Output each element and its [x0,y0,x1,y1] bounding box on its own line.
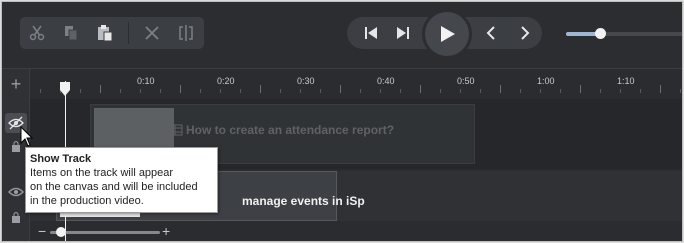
ruler-label: 0:10 [137,76,155,86]
paste-icon [98,25,113,42]
toolbar-divider [128,22,129,44]
ruler-tick [600,89,601,93]
ruler-tick [320,89,321,93]
ruler-label: 0:50 [457,76,475,86]
step-forward-button[interactable] [387,17,419,49]
play-button[interactable] [422,9,472,59]
ruler-tick [140,89,141,93]
skip-to-start-icon [365,27,377,39]
ruler-tick [480,89,481,93]
split-icon [179,25,193,41]
zoom-slider-handle[interactable] [56,227,66,237]
ruler-tick [660,85,661,93]
lock-icon[interactable] [10,211,22,223]
tooltip-line: Items on the track will appear [30,167,174,179]
ruler-tick [240,89,241,93]
ruler-tick [220,89,221,93]
delete-button[interactable] [135,17,169,49]
ruler-tick [180,85,181,93]
ruler-tick [560,89,561,93]
ruler-tick [40,89,41,93]
ruler-tick [80,89,81,93]
timeline-zoom-control: − + [30,221,180,241]
next-marker-button[interactable] [508,17,540,49]
film-icon [171,124,183,136]
editor-window: + 0:10 0:20 0:30 0:40 0:50 1:00 1:10 How… [1,1,683,242]
play-icon [441,26,455,42]
zoom-in-button[interactable]: + [162,223,170,239]
toolbar [2,2,682,68]
next-marker-icon [521,26,530,40]
ruler-tick [420,85,421,93]
tooltip-line: in the production video. [30,195,144,207]
ruler-tick [100,85,101,93]
ruler-tick [260,85,261,93]
track2-clip-title: manage events in iSp [242,194,365,208]
scissors-icon [29,25,45,41]
ruler-tick [160,89,161,93]
ruler-label: 0:40 [377,76,395,86]
ruler-tick [300,89,301,93]
ruler-label: 0:30 [297,76,315,86]
add-track-button[interactable]: + [8,75,24,93]
track1-clip-title: How to create an attendance report? [186,123,395,137]
ruler-label: 0:20 [217,76,235,86]
ruler-tick [520,89,521,93]
copy-icon [65,26,78,41]
eye-icon[interactable] [8,185,24,199]
mouse-cursor-icon [20,126,34,147]
step-forward-icon [397,27,409,39]
ruler-label: 1:00 [537,76,555,86]
edit-button-group [20,17,204,49]
ruler-tick [440,89,441,93]
time-ruler[interactable]: 0:100:200:300:400:501:001:101:20 [30,69,682,93]
skip-to-start-button[interactable] [355,17,387,49]
ruler-tick [640,89,641,93]
tooltip-title: Show Track [30,153,92,165]
ruler-tick [360,89,361,93]
previous-marker-icon [486,26,495,40]
ruler-tick [580,85,581,93]
show-track-tooltip: Show Track Items on the track will appea… [25,147,218,213]
ruler-tick [340,85,341,93]
tooltip-line: on the canvas and will be included [30,181,198,193]
split-button[interactable] [169,17,203,49]
ruler-tick [500,85,501,93]
ruler-tick [460,89,461,93]
ruler-tick [200,89,201,93]
play-button-inner [425,12,469,56]
ruler-tick [620,89,621,93]
ruler-label: 1:10 [617,76,635,86]
x-icon [145,26,159,40]
paste-button[interactable] [88,17,122,49]
zoom-slider-track[interactable] [50,231,160,234]
copy-button[interactable] [54,17,88,49]
cut-button[interactable] [20,17,54,49]
ruler-tick [540,89,541,93]
volume-slider-handle[interactable] [595,28,606,39]
playhead-handle[interactable] [59,82,71,96]
ruler-tick [280,89,281,93]
zoom-out-button[interactable]: − [38,223,46,239]
ruler-tick [400,89,401,93]
ruler-tick [680,89,681,93]
previous-marker-button[interactable] [476,17,508,49]
ruler-tick [120,89,121,93]
ruler-tick [380,89,381,93]
